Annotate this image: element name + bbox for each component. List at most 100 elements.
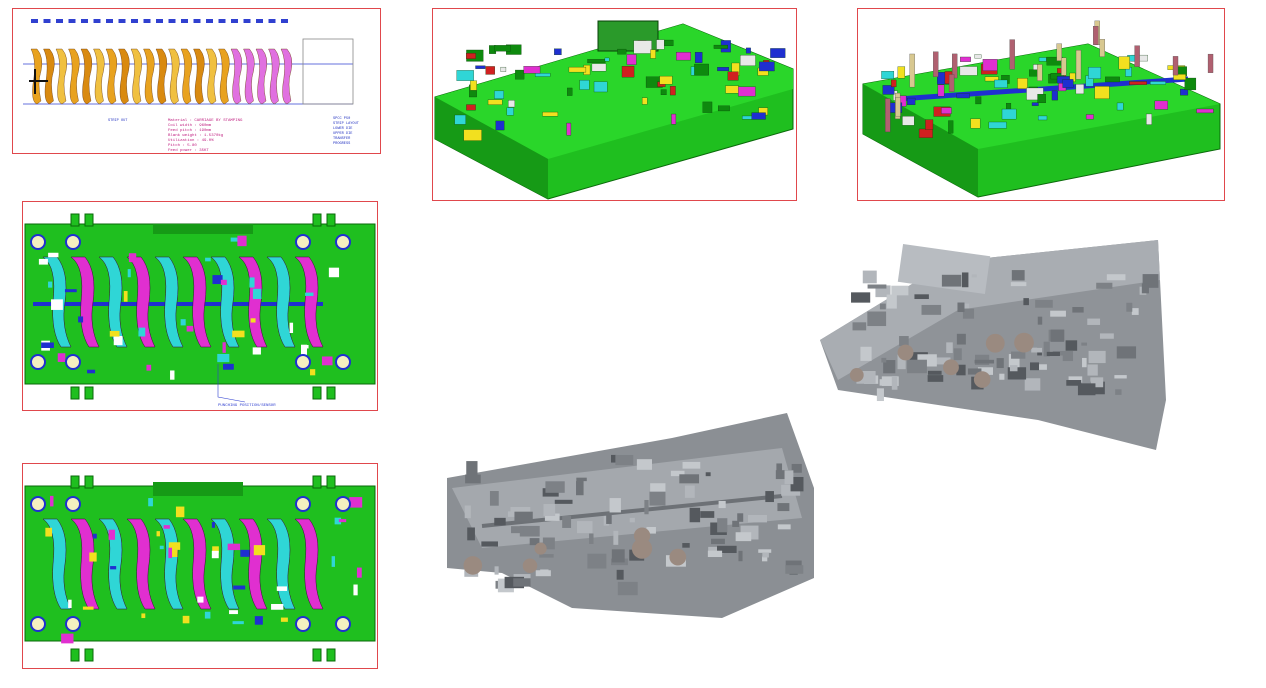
die-detail (962, 308, 975, 319)
station-label (56, 19, 63, 23)
die-detail (700, 511, 715, 518)
die-detail (626, 54, 637, 65)
die-detail (711, 538, 725, 545)
die-detail (232, 621, 244, 625)
info-line: Pitch : 5.80 (168, 143, 197, 148)
die-detail (961, 272, 969, 288)
strip-part (268, 48, 280, 105)
station-label (156, 19, 163, 23)
die-detail (902, 116, 915, 126)
die-detail (914, 294, 929, 300)
guide-bushing (65, 496, 81, 512)
die-detail (254, 616, 263, 625)
lifting-lug (70, 386, 80, 400)
die-detail (1050, 329, 1064, 342)
die-detail (148, 498, 153, 507)
die-detail (197, 596, 204, 603)
die-detail (587, 59, 606, 64)
die-detail (1129, 81, 1147, 85)
die-detail (353, 584, 358, 596)
die-detail (280, 617, 288, 622)
guide-post (1093, 26, 1099, 45)
die-detail (338, 519, 347, 523)
lifting-lug (70, 213, 80, 227)
die-detail (1087, 318, 1101, 325)
title-block-line: SPCC P50 (333, 117, 350, 121)
die-detail (562, 515, 572, 528)
guide-post (1061, 57, 1067, 76)
die-detail (170, 370, 175, 380)
station-label (81, 19, 88, 23)
die-detail (587, 553, 607, 569)
die-detail (1184, 77, 1197, 91)
die-detail (676, 52, 691, 61)
die-plan-view-lower (22, 463, 378, 669)
title-block-line: UPPER DIE (333, 132, 352, 136)
die-detail (1031, 102, 1039, 106)
bore (534, 542, 547, 555)
guide-bushing (295, 616, 311, 632)
die-detail (1099, 333, 1114, 339)
die-detail (141, 613, 146, 619)
die-cad-3d-icon (862, 20, 1221, 198)
die-detail (87, 369, 96, 374)
guide-bushing (30, 234, 46, 250)
strip-part (155, 48, 168, 105)
strip-part (193, 48, 205, 105)
die-detail (604, 57, 610, 62)
die-detail (489, 491, 499, 506)
die-detail (641, 97, 648, 105)
die-detail (748, 514, 767, 523)
station-label (31, 19, 38, 23)
die-detail (751, 112, 766, 120)
station-label (93, 19, 101, 23)
die-detail (108, 529, 116, 540)
lifting-lug (312, 475, 322, 489)
die-detail (738, 550, 743, 562)
die-detail (475, 65, 486, 69)
die-detail (470, 80, 477, 91)
die-detail (48, 281, 53, 288)
title-block-line: STRIP LAYOUT (333, 122, 360, 126)
die-detail (466, 53, 476, 59)
die-detail (38, 258, 48, 265)
die-detail (891, 375, 898, 390)
die-detail (629, 517, 635, 523)
station-label (193, 19, 201, 23)
station-label (231, 19, 238, 23)
die-detail (232, 330, 245, 338)
lifting-lug (84, 475, 94, 489)
die-detail (1037, 316, 1043, 325)
strip-part (68, 48, 80, 105)
die-detail (506, 107, 514, 116)
die-detail (1050, 310, 1066, 317)
die-detail (785, 565, 804, 574)
die-detail (463, 129, 482, 141)
die-detail (886, 294, 897, 309)
strip-part (168, 48, 180, 105)
die-detail (1072, 307, 1084, 313)
die-detail (907, 97, 916, 106)
die-detail (301, 344, 307, 355)
guide-bushing (65, 354, 81, 370)
guide-post (933, 51, 939, 77)
die-detail (974, 54, 982, 59)
die-detail (57, 353, 66, 362)
die-detail (545, 481, 565, 493)
lifting-lug (84, 213, 94, 227)
die-detail (593, 81, 608, 93)
die-detail (765, 491, 774, 503)
die-detail (606, 512, 612, 524)
die-detail (220, 279, 227, 285)
die-detail (168, 547, 173, 559)
strip-part (180, 48, 193, 105)
die-detail (621, 66, 635, 78)
die-detail (1062, 350, 1074, 362)
die-photo-icon (820, 240, 1166, 450)
title-block-line: LOWER DIE (333, 127, 352, 131)
guide-bushing (295, 354, 311, 370)
die-detail (514, 511, 533, 522)
guide-bushing (30, 496, 46, 512)
die-cad-plan-icon: PUNCHING POSITION/SENSOR (24, 213, 376, 408)
die-detail (328, 267, 340, 278)
